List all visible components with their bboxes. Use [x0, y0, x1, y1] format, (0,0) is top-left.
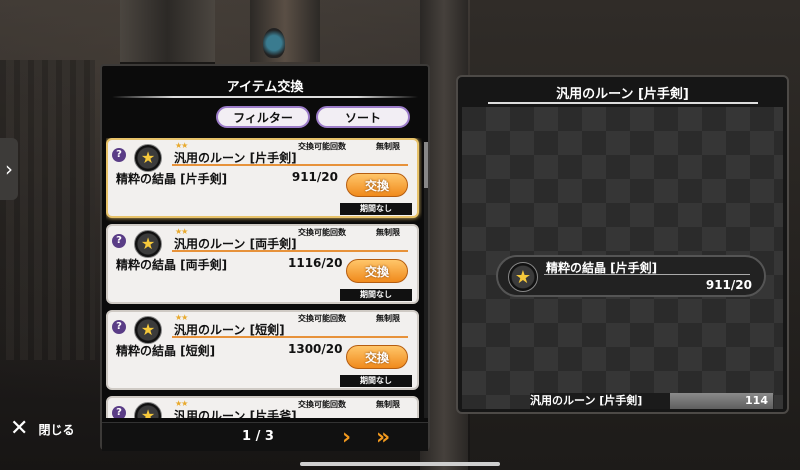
detail-title-divider	[488, 102, 758, 104]
item-name: 汎用のルーン [片手斧]	[174, 409, 297, 418]
owned-item: 汎用のルーン [片手剣] 114	[530, 393, 773, 409]
detail-background: ★ 精粋の結晶 [片手剣] 911/20 汎用のルーン [片手剣] 114	[462, 107, 783, 409]
owned-count: 114	[745, 394, 768, 407]
close-icon: ✕	[10, 416, 29, 441]
item-detail-panel: 汎用のルーン [片手剣] ★ 精粋の結晶 [片手剣] 911/20 汎用のルーン…	[456, 75, 789, 414]
exchange-card[interactable]: ? ★ ★★ 汎用のルーン [片手剣] 交換可能回数 無制限 精粋の結晶 [片手…	[106, 138, 419, 218]
star-icon: ★	[134, 316, 162, 344]
material-name: 精粋の結晶 [片手剣]	[116, 172, 228, 186]
exchange-card[interactable]: ? ★ ★★ 汎用のルーン [短剣] 交換可能回数 無制限 精粋の結晶 [短剣]…	[106, 310, 419, 390]
background-window	[120, 0, 215, 65]
exchange-limit-value: 無制限	[376, 314, 400, 323]
close-button[interactable]: ✕ 閉じる	[10, 418, 74, 440]
exchange-button[interactable]: 交換	[346, 173, 408, 197]
scrollbar-thumb[interactable]	[424, 142, 428, 188]
sort-button[interactable]: ソート	[316, 106, 410, 128]
star-icon: ★	[134, 144, 162, 172]
exchange-limit-value: 無制限	[376, 400, 400, 409]
chevron-right-icon: ›	[5, 157, 13, 181]
exchange-card[interactable]: ? ★ ★★ 汎用のルーン [片手斧] 交換可能回数 無制限	[106, 396, 419, 418]
next-page-button[interactable]: ›	[342, 425, 351, 450]
exchange-button[interactable]: 交換	[346, 345, 408, 369]
name-underline	[172, 164, 408, 166]
help-icon[interactable]: ?	[112, 320, 126, 334]
filter-button[interactable]: フィルター	[216, 106, 310, 128]
exchange-button[interactable]: 交換	[346, 259, 408, 283]
material-name: 精粋の結晶 [短剣]	[116, 344, 216, 358]
side-menu-tab[interactable]: ›	[0, 138, 18, 200]
exchange-list[interactable]: ? ★ ★★ 汎用のルーン [片手剣] 交換可能回数 無制限 精粋の結晶 [片手…	[106, 138, 422, 418]
help-icon[interactable]: ?	[112, 148, 126, 162]
list-scrollbar[interactable]	[424, 142, 428, 418]
close-label: 閉じる	[38, 422, 75, 437]
exchange-card[interactable]: ? ★ ★★ 汎用のルーン [両手剣] 交換可能回数 無制限 精粋の結晶 [両手…	[106, 224, 419, 304]
owned-item-name: 汎用のルーン [片手剣]	[530, 393, 670, 409]
required-material-count: 911/20	[705, 278, 752, 292]
star-icon: ★	[134, 402, 162, 418]
exchange-limit-label: 交換可能回数	[298, 228, 346, 237]
help-icon[interactable]: ?	[112, 234, 126, 248]
period-badge: 期間なし	[340, 289, 412, 301]
exchange-limit-label: 交換可能回数	[298, 142, 346, 151]
exchange-limit-value: 無制限	[376, 228, 400, 237]
name-underline	[172, 250, 408, 252]
star-icon: ★	[134, 230, 162, 258]
background-window-2	[250, 0, 320, 62]
panel-title: アイテム交換	[226, 80, 304, 95]
pagination: 1 / 3 › »	[102, 422, 428, 451]
detail-title: 汎用のルーン [片手剣]	[556, 87, 689, 102]
name-underline	[172, 336, 408, 338]
period-badge: 期間なし	[340, 203, 412, 215]
period-badge: 期間なし	[340, 375, 412, 387]
exchange-limit-label: 交換可能回数	[298, 314, 346, 323]
exchange-limit-value: 無制限	[376, 142, 400, 151]
last-page-button[interactable]: »	[376, 425, 390, 450]
material-count: 1116/20	[288, 256, 343, 270]
home-indicator[interactable]	[300, 462, 500, 466]
item-exchange-panel: アイテム交換 フィルター ソート ? ★ ★★ 汎用のルーン [片手剣] 交換可…	[100, 64, 430, 451]
material-count: 911/20	[291, 170, 338, 184]
material-count: 1300/20	[288, 342, 343, 356]
page-indicator: 1 / 3	[242, 429, 274, 444]
title-divider	[112, 96, 418, 98]
help-icon[interactable]: ?	[112, 406, 126, 418]
background-emblem	[263, 28, 285, 58]
background-railing	[0, 60, 95, 360]
material-divider	[544, 274, 750, 275]
material-name: 精粋の結晶 [両手剣]	[116, 258, 228, 272]
required-material: ★ 精粋の結晶 [片手剣] 911/20	[496, 255, 766, 297]
exchange-limit-label: 交換可能回数	[298, 400, 346, 409]
star-icon: ★	[508, 262, 538, 292]
